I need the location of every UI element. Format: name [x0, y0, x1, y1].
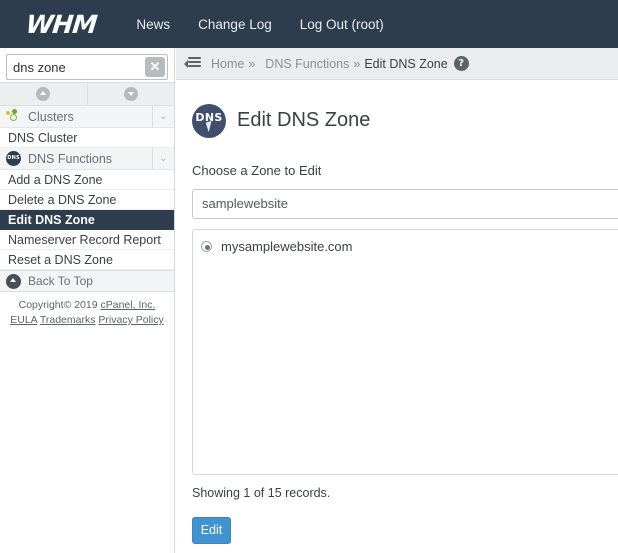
nav-link-change-log[interactable]: Change Log	[198, 17, 272, 32]
sidebar-category-dns-functions[interactable]: DNS DNS Functions ⌄	[0, 147, 174, 170]
breadcrumb-home[interactable]: Home	[211, 57, 244, 71]
sidebar: ✕ Clusters ⌄ DNS Cluster DNS DNS Functio…	[0, 48, 175, 553]
trademarks-link[interactable]: Trademarks	[40, 314, 96, 326]
search-input[interactable]	[7, 55, 145, 79]
dns-badge-text: DNS	[195, 110, 223, 124]
zone-filter-input[interactable]	[192, 188, 618, 219]
list-item[interactable]: mysamplewebsite.com	[201, 238, 618, 256]
search-box: ✕	[6, 54, 168, 80]
zone-list[interactable]: mysamplewebsite.com	[192, 228, 618, 475]
top-header-bar: WHM News Change Log Log Out (root)	[0, 0, 618, 48]
chevron-down-icon[interactable]: ⌄	[152, 105, 174, 128]
page-subtitle: Choose a Zone to Edit	[192, 162, 322, 178]
breadcrumb-separator: »	[353, 56, 361, 71]
expand-all-button[interactable]	[86, 83, 174, 105]
sidebar-item-reset-a-dns-zone[interactable]: Reset a DNS Zone	[0, 250, 174, 270]
sidebar-search-row: ✕	[0, 48, 174, 82]
whm-logo: WHM	[24, 9, 98, 39]
arrow-up-icon	[6, 273, 21, 289]
breadcrumb: Home » DNS Functions » Edit DNS Zone ?	[176, 48, 618, 80]
cpanel-link[interactable]: cPanel, Inc.	[101, 299, 156, 311]
breadcrumb-current: Edit DNS Zone	[364, 56, 448, 71]
sidebar-item-edit-dns-zone[interactable]: Edit DNS Zone	[0, 210, 174, 230]
nav-link-log-out[interactable]: Log Out (root)	[300, 17, 384, 32]
category-label: Clusters	[28, 109, 74, 124]
privacy-policy-link[interactable]: Privacy Policy	[98, 314, 163, 326]
eula-link[interactable]: EULA	[10, 314, 37, 326]
records-count-text: Showing 1 of 15 records.	[192, 485, 331, 500]
clusters-icon	[6, 109, 21, 124]
copyright-line: Copyright© 2019 cPanel, Inc.	[0, 298, 174, 313]
dns-zone-icon: DNS	[192, 103, 226, 138]
help-icon[interactable]: ?	[453, 56, 469, 71]
copyright-text: Copyright© 2019	[18, 299, 101, 311]
footer-links: EULA Trademarks Privacy Policy	[0, 313, 174, 328]
chevron-down-icon	[123, 87, 138, 101]
sidebar-toggle-row	[0, 82, 174, 106]
breadcrumb-separator: »	[248, 56, 256, 71]
sidebar-item-nameserver-record-report[interactable]: Nameserver Record Report	[0, 230, 174, 250]
sidebar-item-dns-cluster[interactable]: DNS Cluster	[0, 128, 174, 148]
page-title: Edit DNS Zone	[237, 109, 371, 132]
page-content: DNS Edit DNS Zone Choose a Zone to Edit …	[176, 80, 618, 544]
sidebar-item-delete-a-dns-zone[interactable]: Delete a DNS Zone	[0, 190, 174, 210]
title-row: DNS Edit DNS Zone	[192, 96, 618, 146]
breadcrumb-dns-functions[interactable]: DNS Functions	[265, 57, 349, 71]
category-label: DNS Functions	[28, 151, 113, 166]
back-to-top-label: Back To Top	[28, 274, 93, 288]
main-content-area: Home » DNS Functions » Edit DNS Zone ? D…	[176, 48, 618, 553]
back-to-top-button[interactable]: Back To Top	[0, 270, 174, 292]
clear-search-icon[interactable]: ✕	[145, 57, 165, 77]
edit-button[interactable]: Edit	[192, 516, 231, 544]
hamburger-menu-icon[interactable]	[184, 57, 201, 70]
zone-name-label: mysamplewebsite.com	[221, 239, 353, 255]
dns-icon: DNS	[6, 151, 21, 166]
sidebar-footer: Copyright© 2019 cPanel, Inc. EULA Tradem…	[0, 292, 174, 328]
collapse-all-button[interactable]	[0, 83, 87, 105]
sidebar-item-add-a-dns-zone[interactable]: Add a DNS Zone	[0, 170, 174, 190]
chevron-up-icon	[36, 87, 51, 101]
nav-link-news[interactable]: News	[136, 17, 170, 32]
sidebar-category-clusters[interactable]: Clusters ⌄	[0, 105, 174, 128]
zone-radio-button[interactable]	[201, 241, 212, 253]
chevron-down-icon[interactable]: ⌄	[152, 147, 174, 170]
